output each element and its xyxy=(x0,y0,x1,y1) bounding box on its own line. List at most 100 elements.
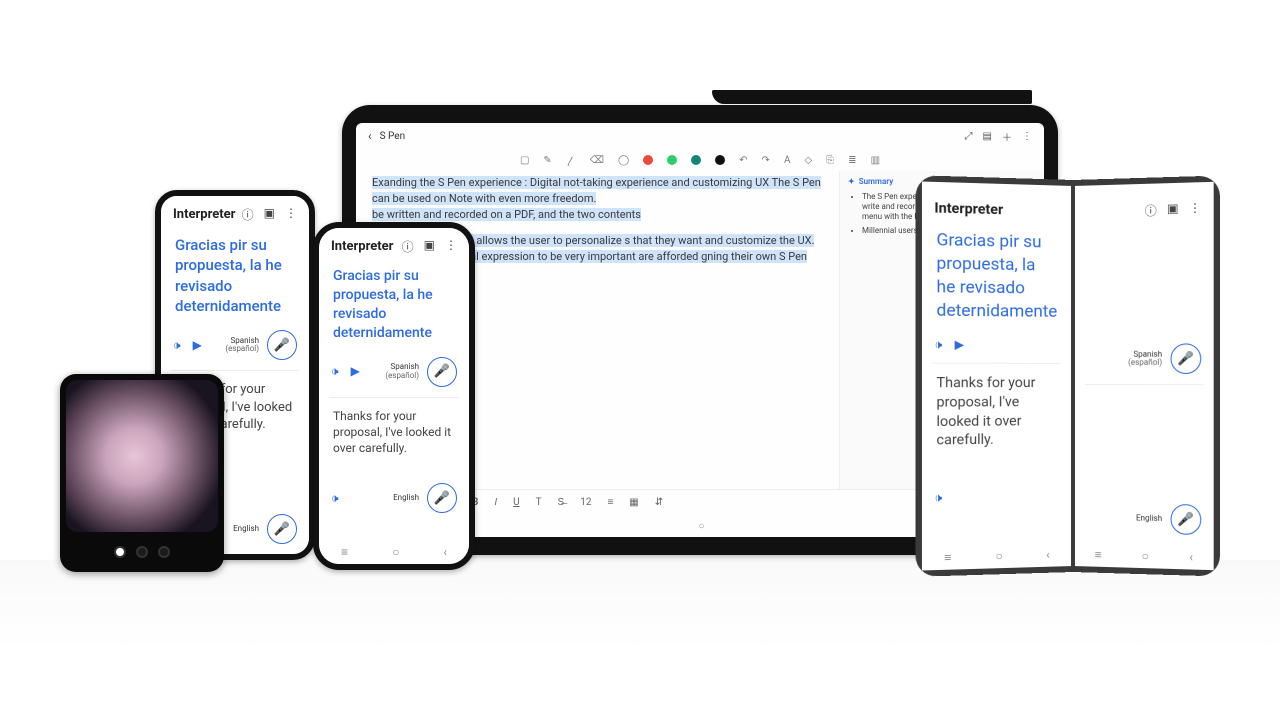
speaker-icon[interactable]: 🕩 xyxy=(331,491,339,506)
reflection xyxy=(0,560,1280,710)
info-icon[interactable]: ⓘ xyxy=(1145,202,1157,220)
interpreter-title: Interpreter xyxy=(173,207,235,222)
dot-selected xyxy=(114,546,126,558)
translated-text: Gracias pir su propuesta, la he revisado… xyxy=(319,261,469,353)
font-icon[interactable]: T xyxy=(536,497,542,508)
back-nav-icon[interactable]: ‹ xyxy=(443,545,447,559)
source-controls: 🕩 English 🎤 xyxy=(319,479,469,523)
info-icon[interactable]: ⓘ xyxy=(402,238,414,255)
speaker-icon[interactable]: 🕩 xyxy=(173,338,181,353)
translated-text: Gracias pir su propuesta, la he revisado… xyxy=(161,229,309,326)
add-icon[interactable]: ＋ xyxy=(1002,129,1012,144)
lang-selector-bot[interactable]: English xyxy=(393,494,419,502)
image-tool-icon[interactable]: ▢ xyxy=(520,155,529,166)
mic-button-top[interactable]: 🎤 xyxy=(427,357,457,387)
android-nav-bar: ≡ ○ ‹ xyxy=(1075,542,1214,570)
expand-icon[interactable]: ⤢ xyxy=(965,131,973,142)
pip-icon[interactable]: ▣ xyxy=(264,206,275,223)
home-icon[interactable]: ○ xyxy=(698,521,704,532)
phone-device-front: Interpreter ⓘ ▣ ⋮ Gracias pir su propues… xyxy=(313,222,475,570)
interpreter-header: Interpreter xyxy=(922,182,1071,226)
highlighter-tool-icon[interactable]: 〳 xyxy=(566,153,576,168)
speaker-icon[interactable]: 🕩 xyxy=(934,337,942,352)
source-controls: 🕩 xyxy=(922,484,1071,516)
recents-icon[interactable]: ≡ xyxy=(341,545,348,559)
pen-tool-icon[interactable]: ✎ xyxy=(543,155,551,166)
android-nav-bar: ≡ ○ ‹ xyxy=(922,542,1071,570)
back-nav-icon[interactable]: ‹ xyxy=(1189,550,1193,564)
flip-cover-wallpaper xyxy=(66,380,218,532)
more-icon[interactable]: ⋮ xyxy=(445,238,457,255)
redo-icon[interactable]: ↷ xyxy=(762,155,770,166)
color-red[interactable] xyxy=(643,155,653,165)
mic-button-top[interactable]: 🎤 xyxy=(267,330,297,360)
play-icon[interactable]: ▶ xyxy=(955,337,964,352)
recents-icon[interactable]: ≡ xyxy=(1095,548,1102,562)
spacing-icon[interactable]: ⇵ xyxy=(655,497,663,508)
underline-icon[interactable]: U xyxy=(513,497,519,508)
reader-icon[interactable]: ▤ xyxy=(983,131,992,142)
pip-icon[interactable]: ▣ xyxy=(1167,201,1179,219)
more-icon[interactable]: ⋮ xyxy=(1022,131,1032,142)
eraser-tool-icon[interactable]: ⌫ xyxy=(590,155,604,166)
list-tool-icon[interactable]: ≣ xyxy=(848,155,856,166)
flip-device-closed xyxy=(60,374,224,572)
home-icon[interactable]: ○ xyxy=(995,549,1002,563)
translated-controls: 🕩 ▶ xyxy=(922,333,1071,363)
color-teal[interactable] xyxy=(691,155,701,165)
translated-controls: Spanish (español) 🎤 xyxy=(1075,339,1214,384)
camera-lens-icon xyxy=(136,546,148,558)
document-title: S Pen xyxy=(380,131,406,142)
speaker-icon[interactable]: 🕩 xyxy=(934,490,942,505)
play-icon[interactable]: ▶ xyxy=(193,338,202,353)
translated-controls: 🕩 ▶ Spanish (español) 🎤 xyxy=(319,353,469,397)
sparkle-icon: ✦ xyxy=(848,177,855,186)
clip-tool-icon[interactable]: ⎘ xyxy=(826,155,834,166)
home-icon[interactable]: ○ xyxy=(1142,549,1149,563)
note-paragraph: Exanding the S Pen experience : Digital … xyxy=(372,175,823,223)
translated-controls: 🕩 ▶ Spanish (español) 🎤 xyxy=(161,326,309,370)
color-black[interactable] xyxy=(715,155,725,165)
mic-button-bot[interactable]: 🎤 xyxy=(1171,504,1202,535)
strike-icon[interactable]: S̶ xyxy=(558,497,565,508)
lang-selector-top[interactable]: Spanish (español) xyxy=(385,363,419,380)
fold-device: Interpreter Gracias pir su propuesta, la… xyxy=(918,180,1218,572)
recents-icon[interactable]: ≡ xyxy=(944,550,951,564)
font-size-value[interactable]: 12 xyxy=(580,497,591,508)
undo-icon[interactable]: ↶ xyxy=(739,155,747,166)
more-icon[interactable]: ⋮ xyxy=(1189,201,1201,219)
source-text: Thanks for your proposal, I've looked it… xyxy=(319,398,469,463)
mic-button-top[interactable]: 🎤 xyxy=(1171,343,1202,374)
home-icon[interactable]: ○ xyxy=(392,545,399,559)
align-icon[interactable]: ≡ xyxy=(607,497,613,508)
info-icon[interactable]: ⓘ xyxy=(242,206,254,223)
tablet-toolbar: ▢ ✎ 〳 ⌫ ◯ ↶ ↷ A ◇ ⎘ ≣ ▥ xyxy=(356,149,1044,171)
pip-icon[interactable]: ▣ xyxy=(424,238,435,255)
interpreter-header-right: ⓘ ▣ ⋮ xyxy=(1075,182,1214,227)
back-icon[interactable]: ‹ xyxy=(368,129,372,143)
back-nav-icon[interactable]: ‹ xyxy=(1046,548,1050,562)
interpreter-title: Interpreter xyxy=(934,200,1003,218)
lasso-tool-icon[interactable]: ◯ xyxy=(618,155,629,166)
lang-selector-bot[interactable]: English xyxy=(233,525,259,533)
shape-tool-icon[interactable]: ◇ xyxy=(804,155,812,166)
play-icon[interactable]: ▶ xyxy=(351,364,360,379)
s-pen-stylus xyxy=(712,90,1032,104)
italic-icon[interactable]: I xyxy=(494,497,497,508)
interpreter-title: Interpreter xyxy=(331,239,393,254)
mic-button-bot[interactable]: 🎤 xyxy=(267,514,297,544)
interpreter-header: Interpreter ⓘ ▣ ⋮ xyxy=(319,228,469,261)
more-tool-icon[interactable]: ▥ xyxy=(871,155,880,166)
lang-selector-bot[interactable]: English xyxy=(1136,514,1162,523)
color-green[interactable] xyxy=(667,155,677,165)
grid-icon[interactable]: ▦ xyxy=(629,497,638,508)
flip-indicators xyxy=(60,546,224,558)
speaker-icon[interactable]: 🕩 xyxy=(331,364,339,379)
translated-text: Gracias pir su propuesta, la he revisado… xyxy=(922,222,1071,333)
lang-selector-top[interactable]: Spanish (español) xyxy=(225,337,259,354)
text-tool-icon[interactable]: A xyxy=(784,155,791,166)
more-icon[interactable]: ⋮ xyxy=(285,206,297,223)
mic-button-bot[interactable]: 🎤 xyxy=(427,483,457,513)
tablet-titlebar: ‹ S Pen ⤢ ▤ ＋ ⋮ xyxy=(356,123,1044,149)
lang-selector-top[interactable]: Spanish (español) xyxy=(1128,350,1162,367)
